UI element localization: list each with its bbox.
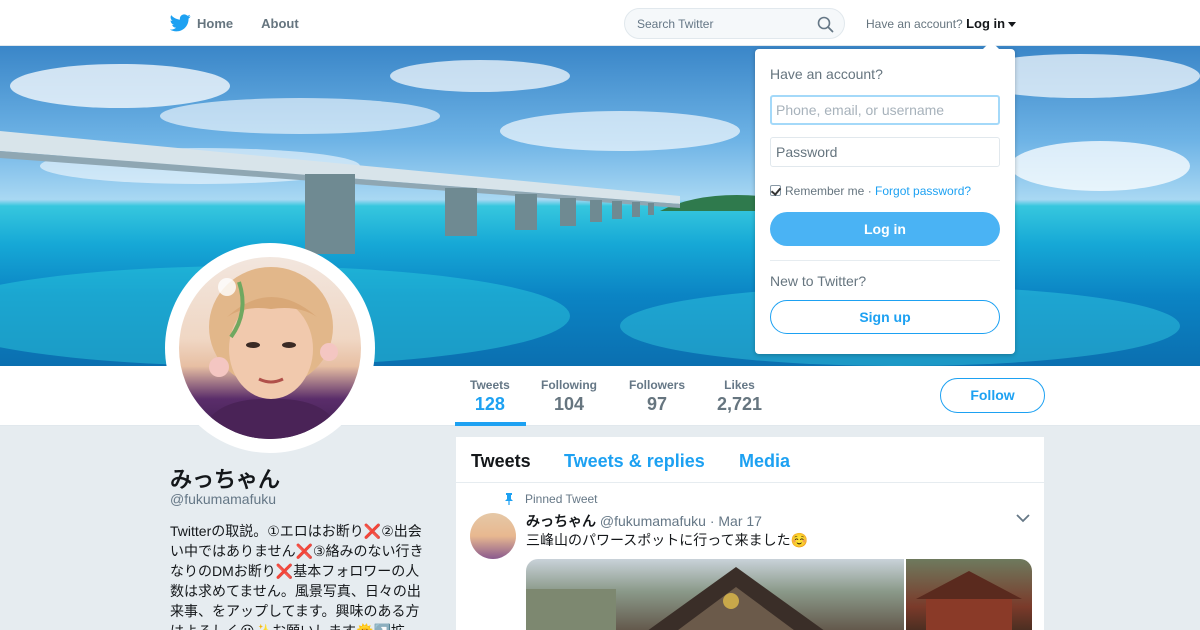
follow-button[interactable]: Follow: [940, 378, 1045, 413]
nav-about-label: About: [261, 15, 299, 31]
stat-value: 2,721: [717, 394, 763, 414]
nav-links: Home About: [170, 0, 327, 46]
pin-icon: [505, 493, 513, 505]
login-dropdown: Have an account? Phone, email, or userna…: [755, 41, 1015, 354]
search-icon[interactable]: [817, 16, 834, 33]
nav-home-link[interactable]: Home: [170, 14, 233, 32]
stat-value: 128: [474, 394, 505, 414]
search-input[interactable]: Search Twitter: [624, 8, 845, 39]
stat-value: 97: [646, 394, 668, 414]
pinned-label: Pinned Tweet: [525, 492, 598, 506]
login-title: Have an account?: [770, 66, 883, 82]
stat-label: Followers: [629, 378, 686, 392]
login-menu-toggle[interactable]: Log in: [966, 16, 1005, 31]
tweet-author-name[interactable]: みっちゃん: [526, 513, 596, 529]
tweet-photo[interactable]: [526, 559, 904, 630]
stat-value: 104: [553, 394, 585, 414]
active-tab-indicator: [455, 422, 526, 426]
top-nav: Home About Search Twitter Have an accoun…: [0, 0, 1200, 46]
profile-handle[interactable]: @fukumamafuku: [170, 491, 276, 507]
tab-media[interactable]: Media: [739, 451, 790, 472]
shrine-photo: [526, 567, 824, 630]
nav-about-link[interactable]: About: [261, 16, 299, 31]
tweet-header: みっちゃん @fukumamafuku · Mar 17: [526, 511, 762, 531]
account-menu: Have an account? Log in: [866, 16, 1017, 31]
tab-tweets[interactable]: Tweets: [471, 451, 531, 472]
stat-followers[interactable]: Followers 97: [629, 378, 685, 415]
tweet-date[interactable]: · Mar 17: [710, 513, 762, 529]
stat-label: Following: [541, 378, 597, 392]
shrine-photo: [916, 571, 1022, 630]
profile-bio: Twitterの取説。①エロはお断り❌②出会い中ではありません❌③絡みのない行き…: [170, 523, 424, 630]
remember-row: Remember me · Forgot password?: [770, 184, 971, 198]
stat-following[interactable]: Following 104: [541, 378, 597, 415]
profile-name[interactable]: みっちゃん: [170, 462, 280, 494]
remember-label: Remember me ·: [785, 184, 872, 198]
timeline: Tweets Tweets & replies Media Pinned Twe…: [456, 437, 1044, 630]
chevron-down-icon[interactable]: [1016, 513, 1030, 523]
new-to-twitter-label: New to Twitter?: [770, 273, 867, 289]
avatar[interactable]: [165, 243, 375, 453]
tweet-text: 三峰山のパワースポットに行って来ました☺️: [526, 532, 809, 548]
avatar-photo: [179, 257, 361, 439]
username-field[interactable]: Phone, email, or username: [770, 95, 1000, 125]
stat-tweets[interactable]: Tweets 128: [470, 378, 510, 415]
stat-likes[interactable]: Likes 2,721: [717, 378, 762, 415]
search-placeholder: Search Twitter: [637, 17, 714, 31]
login-button[interactable]: Log in: [770, 212, 1000, 246]
timeline-tabs: Tweets Tweets & replies Media: [456, 437, 1044, 483]
password-field[interactable]: Password: [770, 137, 1000, 167]
remember-checkbox[interactable]: [770, 185, 781, 196]
signup-button[interactable]: Sign up: [770, 300, 1000, 334]
tweet-photo[interactable]: [906, 559, 1032, 630]
twitter-bird-icon: [170, 14, 191, 32]
divider: [770, 260, 1000, 261]
account-prompt: Have an account?: [866, 17, 963, 31]
stat-label: Likes: [724, 378, 755, 392]
tab-tweets-replies[interactable]: Tweets & replies: [564, 451, 705, 472]
forgot-password-link[interactable]: Forgot password?: [875, 184, 971, 198]
avatar-portrait: [199, 267, 343, 439]
chevron-down-icon[interactable]: [1008, 22, 1017, 28]
nav-home-label: Home: [197, 15, 234, 31]
tweet-avatar[interactable]: [470, 513, 516, 559]
stat-label: Tweets: [470, 378, 510, 392]
tweet-author-handle[interactable]: @fukumamafuku: [600, 513, 706, 529]
